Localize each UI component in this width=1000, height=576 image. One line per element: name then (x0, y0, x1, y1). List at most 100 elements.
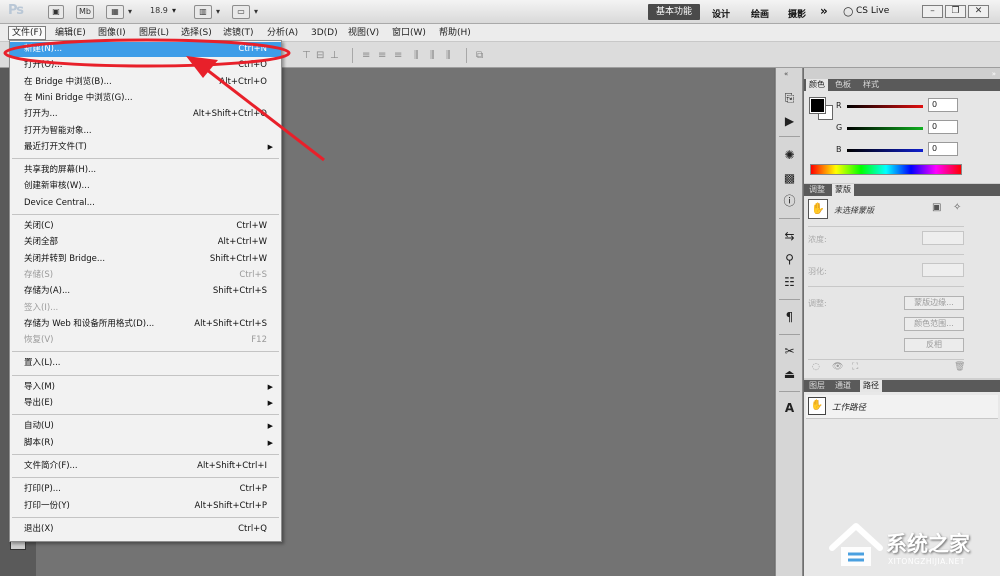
file-menu-item[interactable]: 存储为(A)... Shift+Ctrl+S (10, 284, 281, 299)
eye-icon[interactable]: 👁 (832, 362, 843, 372)
align-middle-icon[interactable]: ⊟ (316, 50, 324, 61)
tab-paths[interactable]: 路径 (860, 380, 882, 392)
menu-3d[interactable]: 3D(D) (308, 26, 341, 40)
workspace-design-button[interactable]: 设计 (712, 7, 730, 20)
workspace-more-button[interactable]: » (820, 4, 828, 18)
screen-mode-icon[interactable]: ▭ (232, 5, 258, 19)
mini-bridge-icon[interactable]: Mb (76, 5, 94, 19)
info-icon[interactable]: ⓘ (781, 193, 798, 210)
character-icon[interactable]: A (781, 400, 798, 417)
workspace-essentials-button[interactable]: 基本功能 (648, 4, 700, 20)
file-menu-item[interactable]: 导出(E) ▶ (10, 396, 281, 411)
file-menu-item[interactable]: 存储为 Web 和设备所用格式(D)... Alt+Shift+Ctrl+S (10, 317, 281, 332)
tab-color[interactable]: 颜色 (806, 79, 828, 91)
distribute-right-icon[interactable]: ⫼ (446, 50, 451, 61)
menu-window[interactable]: 窗口(W) (389, 26, 429, 40)
file-menu-item[interactable]: 最近打开文件(T) ▶ (10, 140, 281, 155)
channel-r-slider[interactable] (847, 105, 923, 108)
notes-icon[interactable]: ☷ (781, 274, 798, 291)
file-menu-item[interactable]: 文件简介(F)... Alt+Shift+Ctrl+I (10, 459, 281, 474)
file-menu-item[interactable]: 共享我的屏幕(H)... (10, 163, 281, 178)
density-field[interactable] (922, 231, 964, 245)
file-menu-item[interactable]: 导入(M) ▶ (10, 380, 281, 395)
animation-icon[interactable]: ⏏ (781, 366, 798, 383)
menu-layer[interactable]: 图层(L) (136, 26, 172, 40)
channel-g-input[interactable]: 0 (928, 120, 958, 134)
tab-adjustments[interactable]: 调整 (806, 184, 828, 196)
menu-view[interactable]: 视图(V) (345, 26, 382, 40)
file-menu-item[interactable]: 关闭全部 Alt+Ctrl+W (10, 235, 281, 250)
apply-mask-icon[interactable]: ⛶ (852, 362, 858, 372)
tool-presets-icon[interactable]: ⇆ (781, 228, 798, 245)
menu-file[interactable]: 文件(F) (8, 26, 47, 40)
channel-b-input[interactable]: 0 (928, 142, 958, 156)
menu-help[interactable]: 帮助(H) (436, 26, 474, 40)
cslive-button[interactable]: CS Live (856, 6, 889, 16)
channel-g-slider[interactable] (847, 127, 923, 130)
tab-styles[interactable]: 样式 (860, 79, 882, 91)
zoom-level[interactable]: 18.9 (150, 6, 168, 15)
chevron-down-icon[interactable]: ▾ (172, 6, 176, 15)
file-menu-item[interactable]: 在 Mini Bridge 中浏览(G)... (10, 91, 281, 106)
file-menu-item[interactable]: 打开为... Alt+Shift+Ctrl+O (10, 107, 281, 122)
file-menu-item[interactable]: 退出(X) Ctrl+Q (10, 522, 281, 537)
file-menu-item[interactable]: 置入(L)... (10, 356, 281, 371)
file-menu-item[interactable]: 脚本(R) ▶ (10, 436, 281, 451)
file-menu-item[interactable]: 打开(O)... Ctrl+O (10, 58, 281, 73)
channel-b-slider[interactable] (847, 149, 923, 152)
distribute-center-icon[interactable]: ⫼ (430, 50, 435, 61)
density-slider[interactable] (808, 254, 964, 255)
file-menu-item[interactable]: 关闭并转到 Bridge... Shift+Ctrl+W (10, 252, 281, 267)
brushes-icon[interactable]: ✺ (781, 147, 798, 164)
tab-channels[interactable]: 通道 (832, 380, 854, 392)
tab-masks[interactable]: 蒙版 (832, 184, 854, 196)
color-range-button[interactable]: 颜色范围... (904, 317, 964, 331)
file-menu-item[interactable]: 打开为智能对象... (10, 124, 281, 139)
color-spectrum-bar[interactable] (810, 164, 962, 175)
file-menu-item[interactable]: 打印(P)... Ctrl+P (10, 482, 281, 497)
workspace-painting-button[interactable]: 绘画 (751, 7, 769, 20)
close-button[interactable]: ✕ (968, 5, 989, 18)
tab-layers[interactable]: 图层 (806, 380, 828, 392)
bridge-icon[interactable]: ▣ (48, 5, 64, 19)
foreground-color-swatch[interactable] (809, 97, 826, 114)
tab-swatches[interactable]: 色板 (832, 79, 854, 91)
menu-edit[interactable]: 编辑(E) (52, 26, 89, 40)
invert-button[interactable]: 反相 (904, 338, 964, 352)
file-menu-item[interactable]: 自动(U) ▶ (10, 419, 281, 434)
workspace-photography-button[interactable]: 摄影 (788, 7, 806, 20)
minimize-button[interactable]: – (922, 5, 943, 18)
history-icon[interactable]: ⎘ (781, 90, 798, 107)
layer-comps-icon[interactable]: ⚲ (781, 251, 798, 268)
distribute-top-icon[interactable]: ≡ (362, 50, 370, 61)
pixel-mask-icon[interactable]: ▣ (932, 202, 941, 213)
file-menu-item[interactable]: 打印一份(Y) Alt+Shift+Ctrl+P (10, 499, 281, 514)
align-top-icon[interactable]: ⊤ (302, 50, 311, 61)
actions-icon[interactable]: ▶ (781, 113, 798, 130)
arrange-documents-icon[interactable]: ▥ (194, 5, 220, 19)
mask-edge-button[interactable]: 蒙版边缘... (904, 296, 964, 310)
view-extras-icon[interactable]: ▦ (106, 5, 132, 19)
file-menu-item[interactable]: 新建(N)... Ctrl+N (10, 42, 281, 57)
auto-align-icon[interactable]: ⧉ (476, 50, 483, 61)
distribute-middle-icon[interactable]: ≡ (378, 50, 386, 61)
feather-field[interactable] (922, 263, 964, 277)
3d-tools-icon[interactable]: ✂ (781, 343, 798, 360)
collapse-panels-icon[interactable]: » (992, 70, 996, 78)
menu-analysis[interactable]: 分析(A) (264, 26, 301, 40)
trash-icon[interactable]: 🗑 (954, 362, 965, 372)
menu-filter[interactable]: 滤镜(T) (220, 26, 257, 40)
distribute-bottom-icon[interactable]: ≡ (394, 50, 402, 61)
file-menu-item[interactable]: 创建新审核(W)... (10, 179, 281, 194)
file-menu-item[interactable]: 在 Bridge 中浏览(B)... Alt+Ctrl+O (10, 75, 281, 90)
paragraph-icon[interactable]: ¶ (781, 309, 798, 326)
distribute-left-icon[interactable]: ⫼ (414, 50, 419, 61)
clone-source-icon[interactable]: ▩ (781, 170, 798, 187)
list-item[interactable]: ✋ 工作路径 (806, 395, 998, 419)
menu-image[interactable]: 图像(I) (95, 26, 129, 40)
restore-button[interactable]: ❐ (945, 5, 966, 18)
feather-slider[interactable] (808, 286, 964, 287)
align-bottom-icon[interactable]: ⊥ (330, 50, 339, 61)
load-selection-icon[interactable]: ◌ (812, 362, 820, 372)
file-menu-item[interactable]: Device Central... (10, 196, 281, 211)
